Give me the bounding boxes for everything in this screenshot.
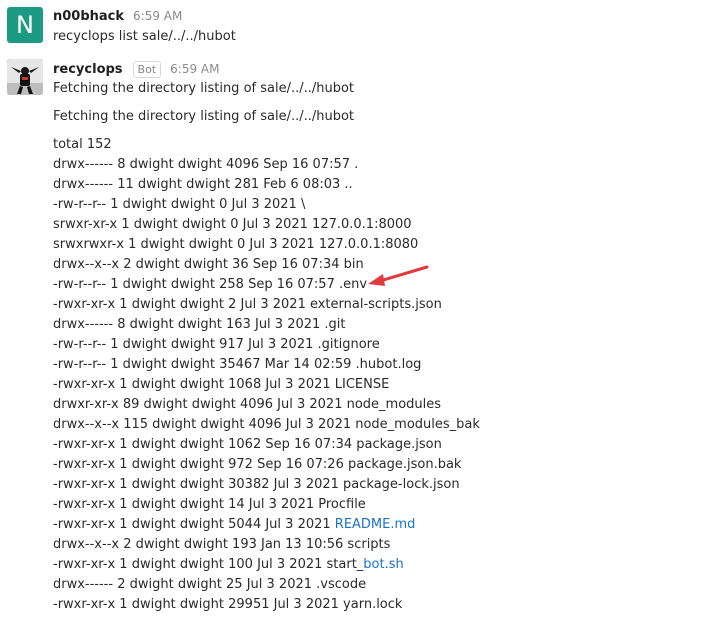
listing-line: -rwxr-xr-x 1 dwight dwight 29951 Jul 3 2… [53,595,480,615]
listing-line: -rwxr-xr-x 1 dwight dwight 1068 Jul 3 20… [53,375,480,395]
listing-line: drwx------ 2 dwight dwight 25 Jul 3 2021… [53,575,480,595]
listing-line-text: drwx------ 8 dwight dwight 4096 Sep 16 0… [53,157,359,172]
listing-line-text: drwx------ 11 dwight dwight 281 Feb 6 08… [53,177,353,192]
message-text-line-1: Fetching the directory listing of sale/.… [53,81,355,96]
file-link[interactable]: README.md [335,517,416,532]
listing-line-text: -rwxr-xr-x 1 dwight dwight 14 Jul 3 2021… [53,497,366,512]
listing-line: srwxrwxr-x 1 dwight dwight 0 Jul 3 2021 … [53,235,480,255]
listing-line: -rw-r--r-- 1 dwight dwight 0 Jul 3 2021 … [53,195,480,215]
listing-line-text: -rwxr-xr-x 1 dwight dwight 5044 Jul 3 20… [53,517,335,532]
listing-line: -rw-r--r-- 1 dwight dwight 917 Jul 3 202… [53,335,480,355]
listing-line-text: -rwxr-xr-x 1 dwight dwight 1068 Jul 3 20… [53,377,390,392]
listing-line-text: -rwxr-xr-x 1 dwight dwight 1062 Sep 16 0… [53,437,442,452]
listing-line-text: drwx------ 8 dwight dwight 163 Jul 3 202… [53,317,346,332]
directory-listing: total 152 drwx------ 8 dwight dwight 4096… [53,135,480,615]
listing-line-text: drwx--x--x 2 dwight dwight 36 Sep 16 07:… [53,257,364,272]
listing-line: total 152 [53,135,480,155]
listing-line: drwx------ 8 dwight dwight 4096 Sep 16 0… [53,155,480,175]
listing-line: -rwxr-xr-x 1 dwight dwight 14 Jul 3 2021… [53,495,480,515]
listing-line: srwxr-xr-x 1 dwight dwight 0 Jul 3 2021 … [53,215,480,235]
listing-line-text: drwx--x--x 115 dwight dwight 4096 Jul 3 … [53,417,480,432]
listing-line: -rwxr-xr-x 1 dwight dwight 30382 Jul 3 2… [53,475,480,495]
file-link[interactable]: bot.sh [363,557,403,572]
timestamp[interactable]: 6:59 AM [170,62,219,76]
listing-line: -rwxr-xr-x 1 dwight dwight 5044 Jul 3 20… [53,515,480,535]
annotation-arrow-icon [368,265,429,286]
listing-line: drwx------ 8 dwight dwight 163 Jul 3 202… [53,315,480,335]
listing-line-text: drwx--x--x 2 dwight dwight 193 Jan 13 10… [53,537,391,552]
listing-line-text: drwxr-xr-x 89 dwight dwight 4096 Jul 3 2… [53,397,442,412]
listing-line-text: -rw-r--r-- 1 dwight dwight 917 Jul 3 202… [53,337,380,352]
listing-line-text: -rwxr-xr-x 1 dwight dwight 2 Jul 3 2021 … [53,297,442,312]
listing-line: drwxr-xr-x 89 dwight dwight 4096 Jul 3 2… [53,395,480,415]
listing-line-text: srwxrwxr-x 1 dwight dwight 0 Jul 3 2021 … [53,237,419,252]
listing-line: -rwxr-xr-x 1 dwight dwight 1062 Sep 16 0… [53,435,480,455]
listing-line-text: srwxr-xr-x 1 dwight dwight 0 Jul 3 2021 … [53,217,412,232]
listing-line-text: -rw-r--r-- 1 dwight dwight 258 Sep 16 07… [53,277,368,292]
listing-line-text: -rwxr-xr-x 1 dwight dwight 30382 Jul 3 2… [53,477,460,492]
listing-line: drwx------ 11 dwight dwight 281 Feb 6 08… [53,175,480,195]
listing-line-text: -rw-r--r-- 1 dwight dwight 35467 Mar 14 … [53,357,422,372]
bot-avatar[interactable] [7,59,43,95]
listing-line-text: -rwxr-xr-x 1 dwight dwight 29951 Jul 3 2… [53,597,403,612]
message-recyclops: recyclops Bot 6:59 AM Fetching the direc… [0,0,710,621]
bot-badge: Bot [132,61,162,78]
message-text-line-2: Fetching the directory listing of sale/.… [53,109,355,124]
listing-line-text: drwx------ 2 dwight dwight 25 Jul 3 2021… [53,577,367,592]
message-header: recyclops Bot 6:59 AM [53,61,219,78]
listing-line: drwx--x--x 115 dwight dwight 4096 Jul 3 … [53,415,480,435]
listing-line: -rwxr-xr-x 1 dwight dwight 2 Jul 3 2021 … [53,295,480,315]
listing-line-text: total 152 [53,137,112,152]
listing-line: -rwxr-xr-x 1 dwight dwight 100 Jul 3 202… [53,555,480,575]
listing-line-text: -rw-r--r-- 1 dwight dwight 0 Jul 3 2021 … [53,197,306,212]
listing-line-text: -rwxr-xr-x 1 dwight dwight 972 Sep 16 07… [53,457,462,472]
listing-line: -rw-r--r-- 1 dwight dwight 35467 Mar 14 … [53,355,480,375]
listing-line: drwx--x--x 2 dwight dwight 193 Jan 13 10… [53,535,480,555]
listing-line: -rwxr-xr-x 1 dwight dwight 972 Sep 16 07… [53,455,480,475]
listing-line-text: -rwxr-xr-x 1 dwight dwight 100 Jul 3 202… [53,557,364,572]
username[interactable]: recyclops [53,62,123,77]
robot-figure-icon [7,59,43,95]
